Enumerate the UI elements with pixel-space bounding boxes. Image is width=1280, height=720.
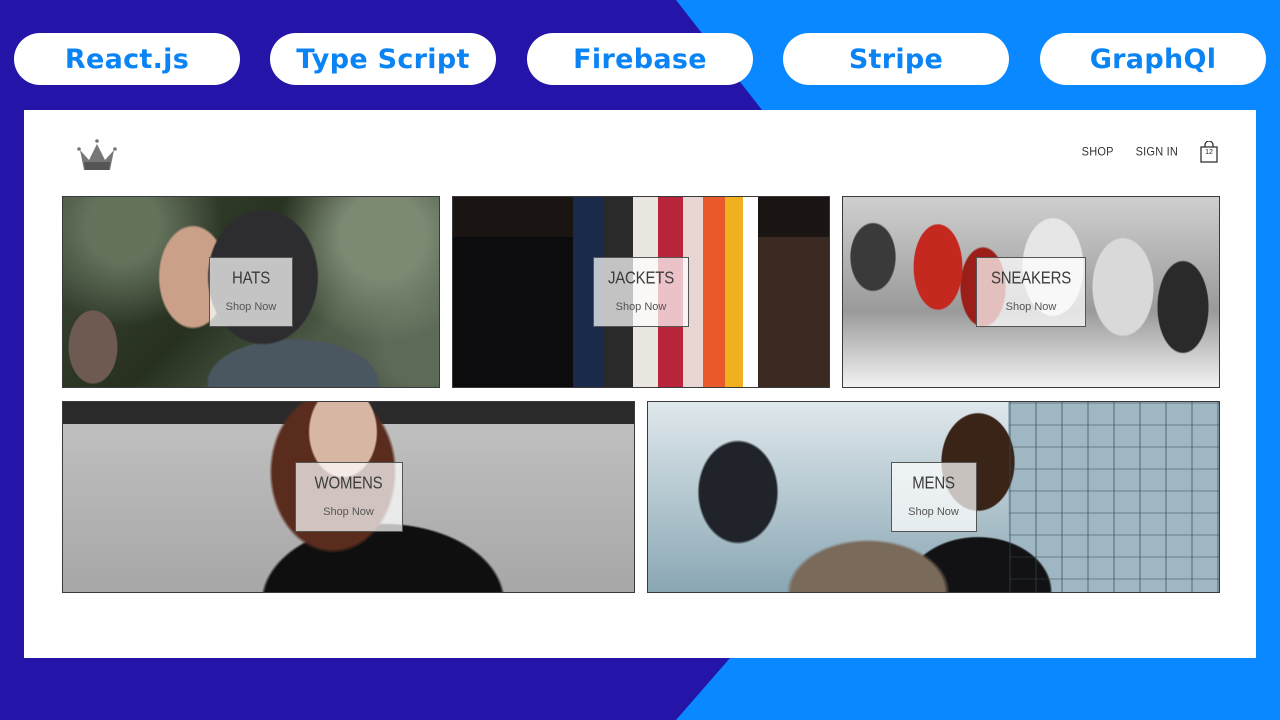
tech-pill-graphql: GraphQl bbox=[1040, 33, 1266, 85]
crown-icon[interactable] bbox=[76, 138, 118, 172]
tech-pill-firebase: Firebase bbox=[527, 33, 753, 85]
tech-pill-stripe: Stripe bbox=[783, 33, 1009, 85]
tech-pill-typescript: Type Script bbox=[270, 33, 496, 85]
cart-count: 12 bbox=[1205, 149, 1213, 156]
category-tile-jackets[interactable]: JACKETS Shop Now bbox=[452, 196, 830, 388]
category-title: WOMENS bbox=[314, 473, 383, 493]
nav-sign-in-link[interactable]: SIGN IN bbox=[1136, 145, 1178, 158]
building-windows bbox=[1009, 402, 1219, 592]
tech-pill-label: Stripe bbox=[848, 43, 944, 75]
tech-pill-label: GraphQl bbox=[1089, 43, 1217, 75]
category-card[interactable]: SNEAKERS Shop Now bbox=[976, 257, 1086, 327]
shop-now-link[interactable]: Shop Now bbox=[226, 301, 277, 313]
tech-pill-react: React.js bbox=[14, 33, 240, 85]
shop-now-link[interactable]: Shop Now bbox=[908, 506, 959, 518]
category-title: MENS bbox=[912, 473, 955, 493]
category-title: JACKETS bbox=[607, 268, 675, 288]
category-card[interactable]: WOMENS Shop Now bbox=[294, 462, 403, 532]
shop-now-link[interactable]: Shop Now bbox=[616, 301, 667, 313]
cart-button[interactable]: 12 bbox=[1200, 141, 1218, 163]
shop-now-link[interactable]: Shop Now bbox=[323, 506, 374, 518]
app-screenshot-panel: SHOP SIGN IN 12 HATS Shop Now JACKETS Sh… bbox=[24, 110, 1256, 658]
category-title: HATS bbox=[231, 268, 271, 288]
category-tile-sneakers[interactable]: SNEAKERS Shop Now bbox=[842, 196, 1220, 388]
header-nav: SHOP SIGN IN 12 bbox=[1082, 140, 1218, 164]
nav-shop-link[interactable]: SHOP bbox=[1082, 145, 1114, 158]
category-card[interactable]: MENS Shop Now bbox=[890, 462, 977, 532]
tech-pill-label: Type Script bbox=[296, 43, 470, 75]
category-tile-mens[interactable]: MENS Shop Now bbox=[647, 401, 1220, 593]
category-tile-womens[interactable]: WOMENS Shop Now bbox=[62, 401, 635, 593]
tech-pill-label: React.js bbox=[64, 43, 190, 75]
category-tile-hats[interactable]: HATS Shop Now bbox=[62, 196, 440, 388]
category-card[interactable]: HATS Shop Now bbox=[209, 257, 293, 327]
tech-pill-label: Firebase bbox=[573, 43, 707, 75]
category-title: SNEAKERS bbox=[990, 268, 1072, 288]
category-card[interactable]: JACKETS Shop Now bbox=[593, 257, 689, 327]
shop-now-link[interactable]: Shop Now bbox=[1006, 301, 1057, 313]
